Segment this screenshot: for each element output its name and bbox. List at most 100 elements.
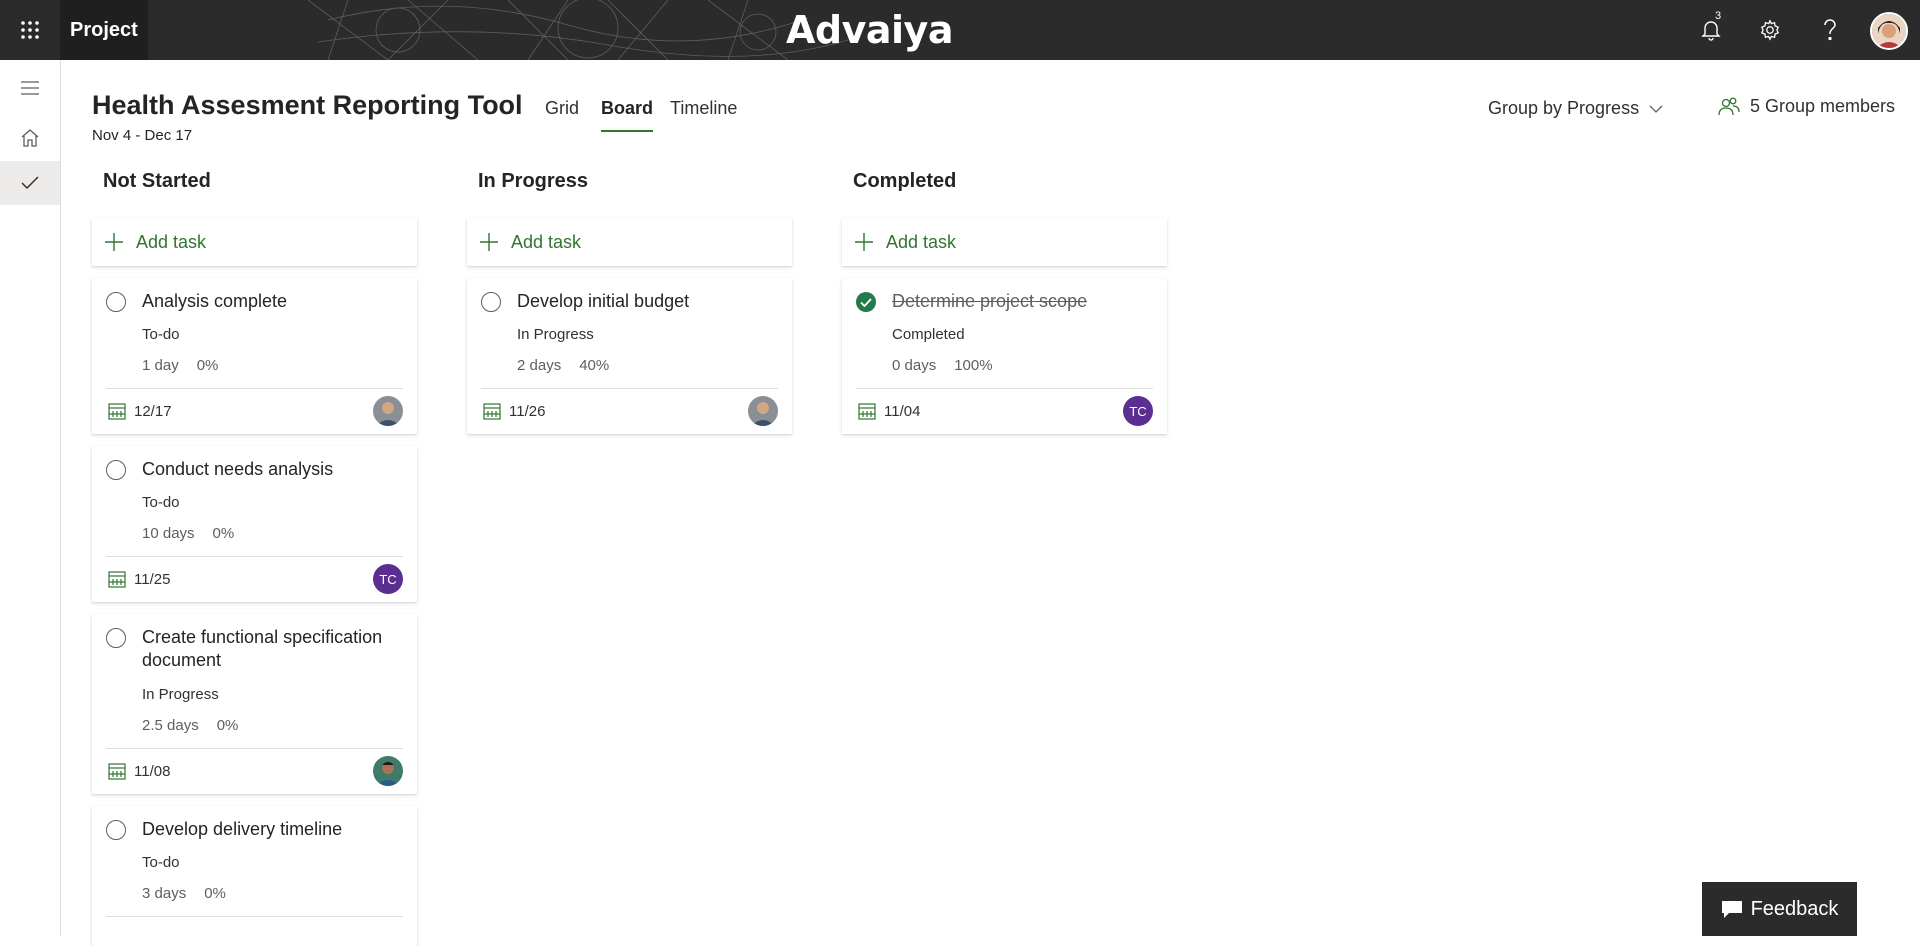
task-card[interactable]: Conduct needs analysis To-do 10 days 0% … (92, 446, 417, 602)
waffle-icon (21, 21, 39, 39)
assignee-avatar[interactable] (373, 396, 403, 426)
task-duration: 0 days (892, 357, 937, 374)
assignee-avatar[interactable]: TC (1123, 396, 1153, 426)
task-name: Develop delivery timeline (142, 819, 343, 839)
task-status: To-do (142, 326, 180, 343)
people-icon (1718, 97, 1740, 115)
home-icon (21, 129, 39, 147)
task-complete-checkbox[interactable] (856, 292, 876, 312)
bell-icon (1701, 21, 1721, 41)
divider (106, 556, 403, 557)
add-task-label: Add task (136, 231, 207, 252)
task-percent: 0% (204, 885, 226, 902)
task-duration: 1 day (142, 357, 179, 374)
divider (106, 916, 403, 917)
user-photo-icon (748, 396, 778, 426)
divider (481, 388, 778, 389)
user-avatar[interactable] (1870, 12, 1908, 50)
column-title-completed: Completed (853, 170, 957, 192)
task-duration: 2 days (517, 357, 562, 374)
divider (106, 388, 403, 389)
calendar-icon (108, 763, 126, 780)
notifications-button[interactable]: 3 (1681, 0, 1741, 60)
calendar-icon (108, 403, 126, 420)
task-name: Conduct needs analysis (142, 459, 334, 479)
calendar-icon (108, 571, 126, 588)
feedback-button[interactable]: Feedback (1702, 882, 1857, 936)
tab-timeline[interactable]: Timeline (670, 98, 737, 132)
task-card[interactable]: Determine project scope Completed 0 days… (842, 278, 1167, 434)
plus-icon (105, 233, 123, 251)
task-percent: 0% (196, 357, 219, 374)
task-due-date: 11/25 (108, 570, 170, 588)
add-task-button-not-started[interactable]: Add task (92, 218, 417, 266)
task-meta: 0 days 100% (892, 357, 993, 374)
task-duration: 2.5 days (142, 717, 199, 734)
task-name: Determine project scope (892, 291, 1088, 311)
group-members-button[interactable]: 5 Group members (1718, 96, 1895, 117)
app-title[interactable]: Project (60, 0, 148, 60)
task-date-label: 11/26 (509, 402, 546, 420)
add-task-button-completed[interactable]: Add task (842, 218, 1167, 266)
plus-icon (480, 233, 498, 251)
task-status: Completed (892, 326, 965, 343)
task-meta: 1 day 0% (142, 357, 218, 374)
left-rail (0, 60, 61, 936)
gear-icon (1760, 19, 1780, 41)
task-due-date: 11/08 (108, 762, 170, 780)
task-due-date: 11/04 (858, 402, 920, 420)
column-title-not-started: Not Started (103, 170, 211, 192)
task-name: Create functional specification document (142, 627, 383, 670)
task-status: To-do (142, 494, 180, 511)
task-status: In Progress (142, 686, 219, 703)
task-meta: 10 days 0% (142, 525, 234, 542)
task-duration: 10 days (142, 525, 195, 542)
checkmark-icon (860, 297, 872, 307)
task-card[interactable]: Develop initial budget In Progress 2 day… (467, 278, 792, 434)
tasks-nav-button[interactable] (0, 161, 60, 205)
feedback-label: Feedback (1750, 897, 1839, 920)
chevron-down-icon (1649, 105, 1663, 113)
task-duration: 3 days (142, 885, 187, 902)
app-launcher-button[interactable] (0, 0, 60, 60)
notification-count: 3 (1715, 10, 1722, 22)
divider (106, 748, 403, 749)
task-card[interactable]: Develop delivery timeline To-do 3 days 0… (92, 806, 417, 946)
divider (856, 388, 1153, 389)
tab-grid[interactable]: Grid (545, 98, 579, 132)
tab-board[interactable]: Board (601, 98, 654, 132)
task-status: To-do (142, 854, 180, 871)
task-complete-checkbox[interactable] (481, 292, 501, 312)
task-date-label: 12/17 (134, 402, 172, 420)
group-by-dropdown[interactable]: Group by Progress (1488, 98, 1663, 119)
plan-dates: Nov 4 - Dec 17 (92, 127, 193, 144)
assignee-avatar[interactable] (748, 396, 778, 426)
task-complete-checkbox[interactable] (106, 628, 126, 648)
task-card[interactable]: Create functional specification document… (92, 614, 417, 794)
column-title-in-progress: In Progress (478, 170, 589, 192)
settings-button[interactable] (1740, 0, 1800, 60)
task-date-label: 11/08 (134, 762, 171, 780)
task-status: In Progress (517, 326, 594, 343)
group-by-label: Group by Progress (1488, 98, 1640, 118)
task-complete-checkbox[interactable] (106, 460, 126, 480)
add-task-button-in-progress[interactable]: Add task (467, 218, 792, 266)
assignee-avatar[interactable] (373, 756, 403, 786)
task-meta: 2.5 days 0% (142, 717, 238, 734)
task-date-label: 11/04 (884, 402, 921, 420)
help-icon (1824, 19, 1836, 41)
menu-toggle-button[interactable] (0, 66, 60, 110)
task-complete-checkbox[interactable] (106, 820, 126, 840)
calendar-icon (483, 403, 501, 420)
task-name: Develop initial budget (517, 291, 690, 311)
assignee-avatar[interactable]: TC (373, 564, 403, 594)
task-percent: 0% (216, 717, 239, 734)
home-nav-button[interactable] (0, 116, 60, 160)
plan-title: Health Assesment Reporting Tool (92, 90, 523, 120)
calendar-icon (858, 403, 876, 420)
help-button[interactable] (1800, 0, 1860, 60)
check-icon (21, 176, 39, 190)
task-complete-checkbox[interactable] (106, 292, 126, 312)
task-date-label: 11/25 (134, 570, 171, 588)
task-card[interactable]: Analysis complete To-do 1 day 0% 12/17 (92, 278, 417, 434)
